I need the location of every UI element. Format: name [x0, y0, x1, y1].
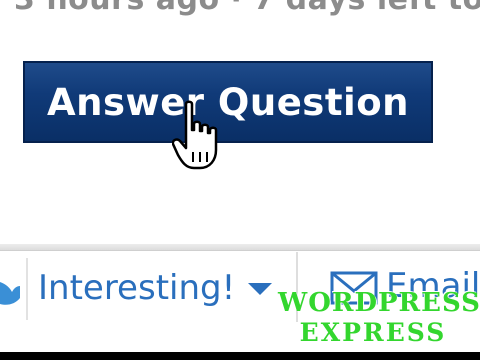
hand-pointer-icon	[172, 100, 218, 170]
toolbar-divider	[26, 258, 28, 320]
question-meta-text: 3 hours ago · 7 days left to answer	[14, 0, 480, 17]
answer-question-button-label: Answer Question	[47, 80, 409, 124]
twitter-icon[interactable]	[0, 270, 20, 314]
page: 3 hours ago · 7 days left to answer Answ…	[0, 0, 480, 352]
section-divider	[0, 244, 480, 251]
caret-down-icon[interactable]	[248, 283, 272, 295]
answer-question-button[interactable]: Answer Question	[23, 61, 433, 143]
watermark-line-1: WORDPRESS	[278, 288, 480, 318]
watermark-logo: WORDPRESS EXPRESS	[278, 288, 480, 348]
watermark-line-2: EXPRESS	[299, 318, 447, 347]
interesting-button[interactable]: Interesting!	[38, 268, 235, 308]
